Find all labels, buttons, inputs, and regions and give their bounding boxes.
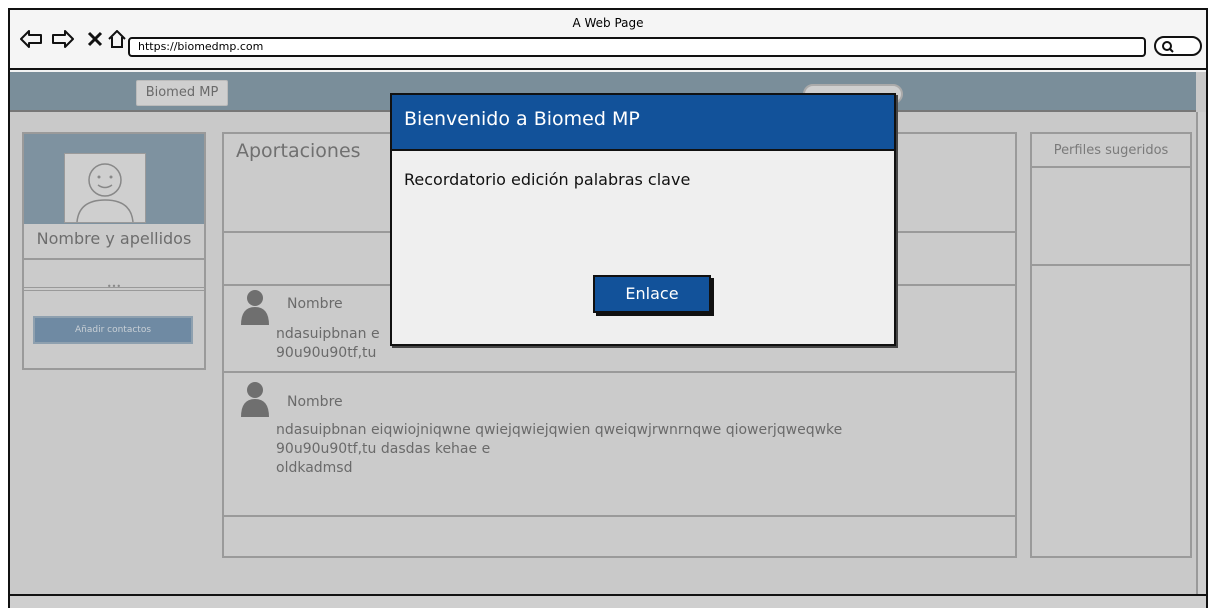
post-text: ndasuipbnan e 90u90u90tf,tu [276,325,380,363]
stop-x-icon[interactable] [84,28,106,50]
browser-status-bar [10,594,1206,608]
feed-divider [222,515,1017,517]
window-title: A Web Page [572,16,644,30]
page-scrollbar[interactable] [1196,112,1206,606]
suggested-divider [1030,166,1192,168]
modal-message: Recordatorio edición palabras clave [404,170,691,189]
home-icon[interactable] [106,28,128,50]
profile-divider [24,258,204,260]
suggested-profiles-title: Perfiles sugeridos [1053,143,1169,158]
post-text-line: ndasuipbnan eiqwiojniqwne qwiejqwiejqwie… [276,422,843,438]
brand-logo-link[interactable]: Biomed MP [136,80,228,106]
suggested-profiles-panel [1030,132,1192,558]
post-text: ndasuipbnan eiqwiojniqwne qwiejqwiejqwie… [276,421,842,478]
url-bar[interactable]: https://biomedmp.com [128,37,1146,57]
user-face-icon [76,163,134,223]
post-author[interactable]: Nombre [287,296,343,312]
feed-divider [222,371,1017,373]
add-contacts-button[interactable]: Añadir contactos [33,316,193,344]
browser-search-icon[interactable] [1153,34,1203,58]
link-button[interactable]: Enlace [593,275,711,313]
more-dots[interactable]: ••• [24,282,204,291]
post-text-line: 90u90u90tf,tu [276,345,377,361]
person-icon [240,381,270,417]
modal-title: Bienvenido a Biomed MP [404,108,640,130]
avatar [64,153,146,223]
post-text-line: oldkadmsd [276,460,353,476]
post-author[interactable]: Nombre [287,394,343,410]
post-text-line: ndasuipbnan e [276,326,380,342]
profile-name: Nombre y apellidos [36,229,192,248]
post-text-line: 90u90u90tf,tu dasdas kehae e [276,441,491,457]
contributions-title: Aportaciones [236,140,361,162]
person-icon [240,289,270,325]
suggested-divider [1030,264,1192,266]
forward-arrow-icon[interactable] [52,28,74,50]
back-arrow-icon[interactable] [20,28,42,50]
